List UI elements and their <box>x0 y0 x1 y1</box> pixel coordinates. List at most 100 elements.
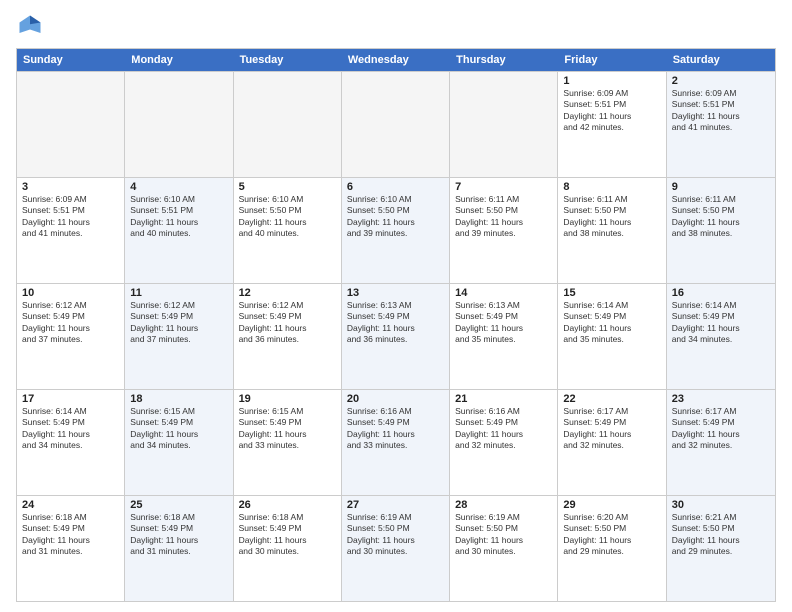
day-info: Sunrise: 6:12 AM Sunset: 5:49 PM Dayligh… <box>239 300 336 346</box>
calendar-header: SundayMondayTuesdayWednesdayThursdayFrid… <box>17 49 775 71</box>
day-info: Sunrise: 6:15 AM Sunset: 5:49 PM Dayligh… <box>239 406 336 452</box>
calendar-cell: 6Sunrise: 6:10 AM Sunset: 5:50 PM Daylig… <box>342 178 450 283</box>
calendar-cell: 25Sunrise: 6:18 AM Sunset: 5:49 PM Dayli… <box>125 496 233 601</box>
calendar-cell: 17Sunrise: 6:14 AM Sunset: 5:49 PM Dayli… <box>17 390 125 495</box>
header-day-friday: Friday <box>558 49 666 71</box>
calendar-cell: 7Sunrise: 6:11 AM Sunset: 5:50 PM Daylig… <box>450 178 558 283</box>
day-info: Sunrise: 6:10 AM Sunset: 5:50 PM Dayligh… <box>239 194 336 240</box>
calendar-cell: 21Sunrise: 6:16 AM Sunset: 5:49 PM Dayli… <box>450 390 558 495</box>
day-number: 15 <box>563 287 660 299</box>
day-info: Sunrise: 6:18 AM Sunset: 5:49 PM Dayligh… <box>239 512 336 558</box>
calendar-cell <box>125 72 233 177</box>
calendar-cell: 13Sunrise: 6:13 AM Sunset: 5:49 PM Dayli… <box>342 284 450 389</box>
calendar-cell <box>450 72 558 177</box>
day-info: Sunrise: 6:18 AM Sunset: 5:49 PM Dayligh… <box>130 512 227 558</box>
calendar: SundayMondayTuesdayWednesdayThursdayFrid… <box>16 48 776 602</box>
day-number: 18 <box>130 393 227 405</box>
header-day-thursday: Thursday <box>450 49 558 71</box>
calendar-cell: 24Sunrise: 6:18 AM Sunset: 5:49 PM Dayli… <box>17 496 125 601</box>
calendar-row: 1Sunrise: 6:09 AM Sunset: 5:51 PM Daylig… <box>17 71 775 177</box>
calendar-cell: 2Sunrise: 6:09 AM Sunset: 5:51 PM Daylig… <box>667 72 775 177</box>
calendar-cell: 3Sunrise: 6:09 AM Sunset: 5:51 PM Daylig… <box>17 178 125 283</box>
day-info: Sunrise: 6:18 AM Sunset: 5:49 PM Dayligh… <box>22 512 119 558</box>
day-info: Sunrise: 6:20 AM Sunset: 5:50 PM Dayligh… <box>563 512 660 558</box>
day-info: Sunrise: 6:12 AM Sunset: 5:49 PM Dayligh… <box>22 300 119 346</box>
calendar-cell: 14Sunrise: 6:13 AM Sunset: 5:49 PM Dayli… <box>450 284 558 389</box>
day-info: Sunrise: 6:11 AM Sunset: 5:50 PM Dayligh… <box>672 194 770 240</box>
day-number: 20 <box>347 393 444 405</box>
calendar-cell: 4Sunrise: 6:10 AM Sunset: 5:51 PM Daylig… <box>125 178 233 283</box>
day-number: 6 <box>347 181 444 193</box>
logo <box>16 12 48 40</box>
calendar-cell: 8Sunrise: 6:11 AM Sunset: 5:50 PM Daylig… <box>558 178 666 283</box>
day-number: 3 <box>22 181 119 193</box>
day-number: 25 <box>130 499 227 511</box>
day-info: Sunrise: 6:17 AM Sunset: 5:49 PM Dayligh… <box>563 406 660 452</box>
day-number: 22 <box>563 393 660 405</box>
day-info: Sunrise: 6:15 AM Sunset: 5:49 PM Dayligh… <box>130 406 227 452</box>
day-number: 2 <box>672 75 770 87</box>
header-day-monday: Monday <box>125 49 233 71</box>
calendar-row: 10Sunrise: 6:12 AM Sunset: 5:49 PM Dayli… <box>17 283 775 389</box>
calendar-cell: 1Sunrise: 6:09 AM Sunset: 5:51 PM Daylig… <box>558 72 666 177</box>
calendar-cell: 30Sunrise: 6:21 AM Sunset: 5:50 PM Dayli… <box>667 496 775 601</box>
day-number: 30 <box>672 499 770 511</box>
calendar-cell: 9Sunrise: 6:11 AM Sunset: 5:50 PM Daylig… <box>667 178 775 283</box>
day-info: Sunrise: 6:21 AM Sunset: 5:50 PM Dayligh… <box>672 512 770 558</box>
calendar-cell: 27Sunrise: 6:19 AM Sunset: 5:50 PM Dayli… <box>342 496 450 601</box>
day-number: 23 <box>672 393 770 405</box>
calendar-body: 1Sunrise: 6:09 AM Sunset: 5:51 PM Daylig… <box>17 71 775 601</box>
day-number: 14 <box>455 287 552 299</box>
calendar-cell: 5Sunrise: 6:10 AM Sunset: 5:50 PM Daylig… <box>234 178 342 283</box>
day-info: Sunrise: 6:19 AM Sunset: 5:50 PM Dayligh… <box>455 512 552 558</box>
day-info: Sunrise: 6:09 AM Sunset: 5:51 PM Dayligh… <box>672 88 770 134</box>
calendar-cell: 12Sunrise: 6:12 AM Sunset: 5:49 PM Dayli… <box>234 284 342 389</box>
calendar-cell: 19Sunrise: 6:15 AM Sunset: 5:49 PM Dayli… <box>234 390 342 495</box>
calendar-cell: 29Sunrise: 6:20 AM Sunset: 5:50 PM Dayli… <box>558 496 666 601</box>
calendar-cell: 20Sunrise: 6:16 AM Sunset: 5:49 PM Dayli… <box>342 390 450 495</box>
day-number: 1 <box>563 75 660 87</box>
day-number: 21 <box>455 393 552 405</box>
calendar-cell <box>342 72 450 177</box>
day-number: 11 <box>130 287 227 299</box>
day-info: Sunrise: 6:14 AM Sunset: 5:49 PM Dayligh… <box>672 300 770 346</box>
day-info: Sunrise: 6:10 AM Sunset: 5:51 PM Dayligh… <box>130 194 227 240</box>
calendar-cell <box>234 72 342 177</box>
day-info: Sunrise: 6:09 AM Sunset: 5:51 PM Dayligh… <box>22 194 119 240</box>
day-number: 19 <box>239 393 336 405</box>
header-day-tuesday: Tuesday <box>234 49 342 71</box>
calendar-cell: 26Sunrise: 6:18 AM Sunset: 5:49 PM Dayli… <box>234 496 342 601</box>
day-info: Sunrise: 6:10 AM Sunset: 5:50 PM Dayligh… <box>347 194 444 240</box>
day-number: 17 <box>22 393 119 405</box>
day-number: 7 <box>455 181 552 193</box>
day-number: 12 <box>239 287 336 299</box>
day-info: Sunrise: 6:14 AM Sunset: 5:49 PM Dayligh… <box>563 300 660 346</box>
day-info: Sunrise: 6:09 AM Sunset: 5:51 PM Dayligh… <box>563 88 660 134</box>
day-number: 29 <box>563 499 660 511</box>
page: SundayMondayTuesdayWednesdayThursdayFrid… <box>0 0 792 612</box>
header-day-sunday: Sunday <box>17 49 125 71</box>
calendar-cell: 23Sunrise: 6:17 AM Sunset: 5:49 PM Dayli… <box>667 390 775 495</box>
day-number: 27 <box>347 499 444 511</box>
day-info: Sunrise: 6:13 AM Sunset: 5:49 PM Dayligh… <box>455 300 552 346</box>
calendar-cell <box>17 72 125 177</box>
day-number: 9 <box>672 181 770 193</box>
day-number: 13 <box>347 287 444 299</box>
calendar-row: 17Sunrise: 6:14 AM Sunset: 5:49 PM Dayli… <box>17 389 775 495</box>
calendar-cell: 15Sunrise: 6:14 AM Sunset: 5:49 PM Dayli… <box>558 284 666 389</box>
header-day-saturday: Saturday <box>667 49 775 71</box>
day-number: 4 <box>130 181 227 193</box>
calendar-cell: 16Sunrise: 6:14 AM Sunset: 5:49 PM Dayli… <box>667 284 775 389</box>
calendar-cell: 22Sunrise: 6:17 AM Sunset: 5:49 PM Dayli… <box>558 390 666 495</box>
logo-icon <box>16 12 44 40</box>
calendar-cell: 10Sunrise: 6:12 AM Sunset: 5:49 PM Dayli… <box>17 284 125 389</box>
calendar-cell: 11Sunrise: 6:12 AM Sunset: 5:49 PM Dayli… <box>125 284 233 389</box>
day-info: Sunrise: 6:13 AM Sunset: 5:49 PM Dayligh… <box>347 300 444 346</box>
day-number: 8 <box>563 181 660 193</box>
calendar-row: 24Sunrise: 6:18 AM Sunset: 5:49 PM Dayli… <box>17 495 775 601</box>
day-number: 5 <box>239 181 336 193</box>
day-number: 24 <box>22 499 119 511</box>
top-section <box>16 12 776 40</box>
calendar-cell: 18Sunrise: 6:15 AM Sunset: 5:49 PM Dayli… <box>125 390 233 495</box>
day-info: Sunrise: 6:17 AM Sunset: 5:49 PM Dayligh… <box>672 406 770 452</box>
